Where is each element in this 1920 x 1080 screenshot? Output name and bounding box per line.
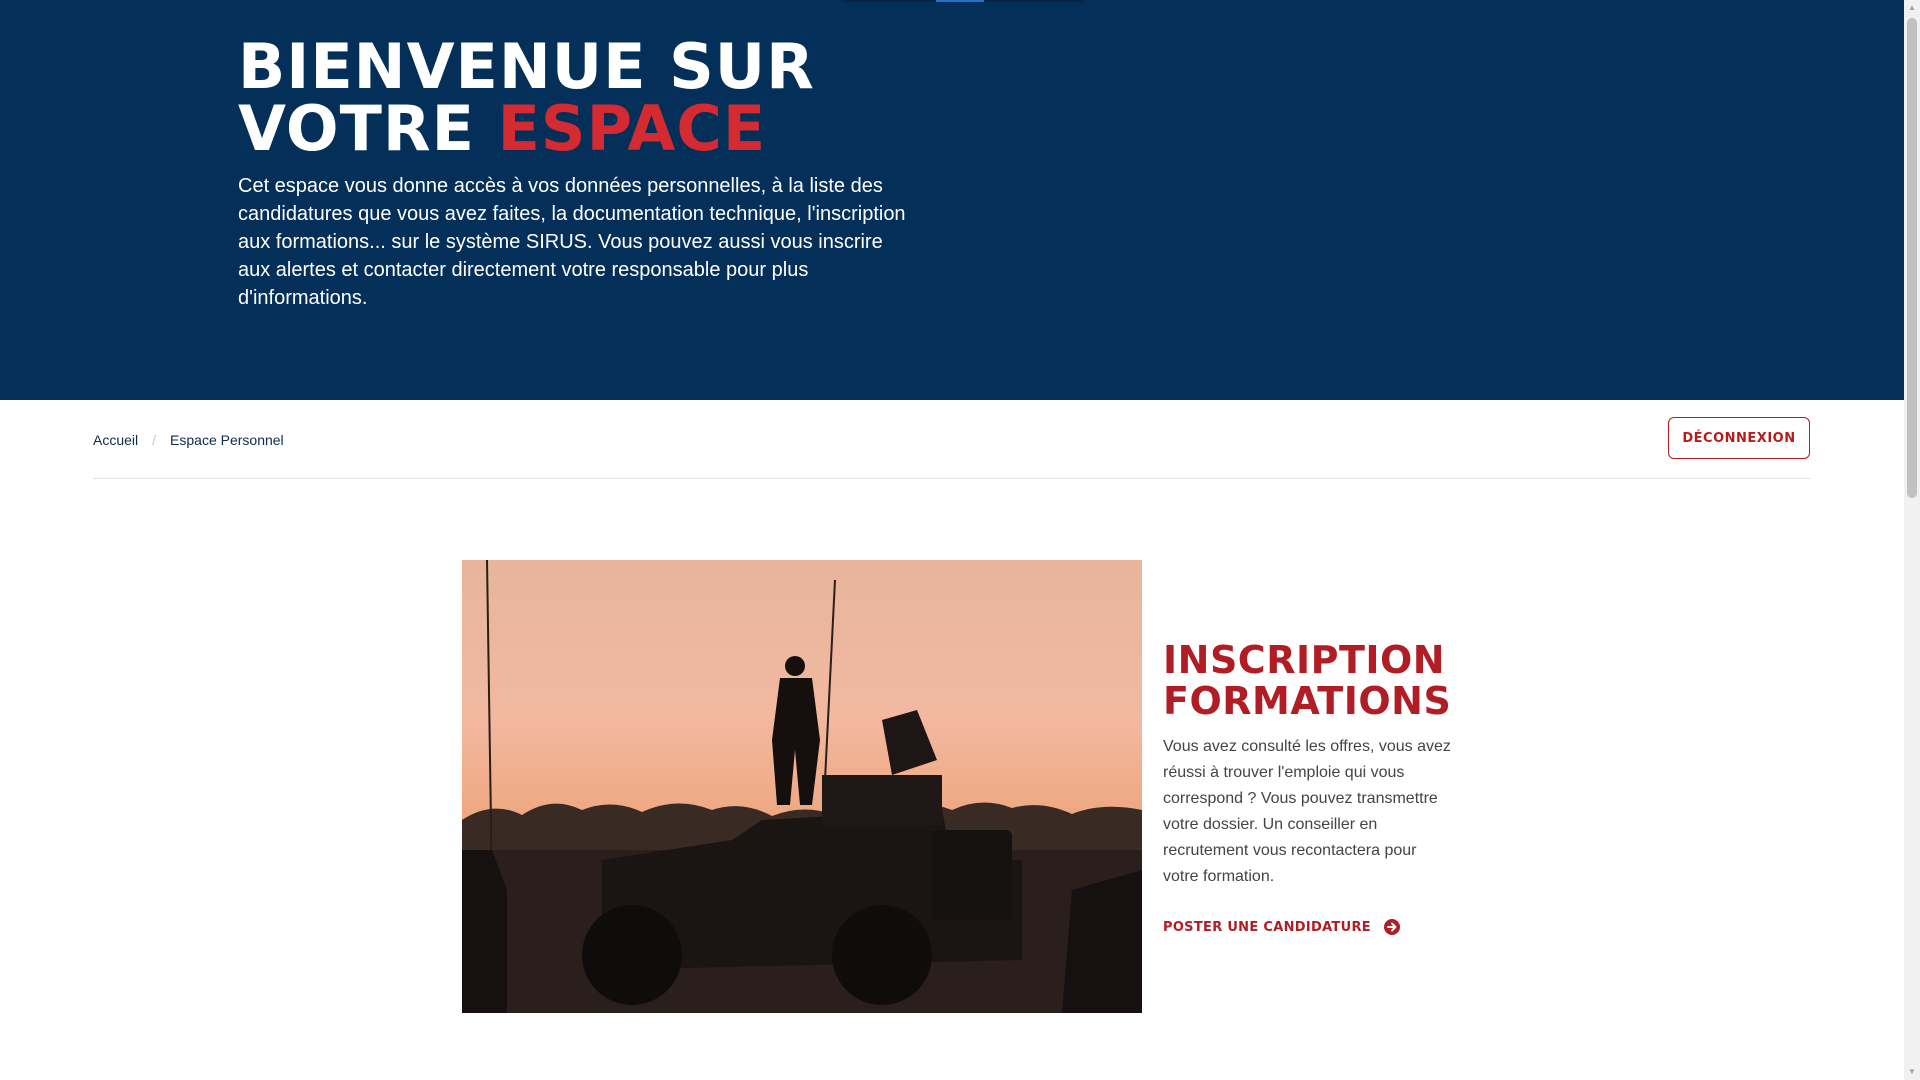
breadcrumb: Accueil / Espace Personnel: [93, 432, 284, 448]
hero-tab-active-indicator: [936, 0, 984, 2]
card-description: Vous avez consulté les offres, vous avez…: [1163, 738, 1451, 885]
vertical-scrollbar[interactable]: ▲ ▼: [1904, 0, 1920, 1080]
scroll-down-arrow-icon[interactable]: ▼: [1908, 1068, 1916, 1076]
logout-button[interactable]: DÉCONNEXION: [1668, 417, 1810, 459]
hero-tab-indicator: [842, 0, 1082, 2]
breadcrumb-item-accueil[interactable]: Accueil: [93, 432, 138, 448]
card-title: INSCRIPTION FORMATIONS: [1163, 640, 1453, 722]
hero-title-line2-prefix: VOTRE: [238, 92, 498, 165]
card-title-line2: FORMATIONS: [1163, 679, 1452, 723]
breadcrumb-bar: Accueil / Espace Personnel DÉCONNEXION: [93, 400, 1810, 479]
post-application-link[interactable]: POSTER UNE CANDIDATURE: [1163, 918, 1401, 936]
post-application-label: POSTER UNE CANDIDATURE: [1163, 919, 1371, 935]
hero-title-accent: ESPACE: [497, 92, 767, 165]
arrow-right-circle-icon: [1383, 919, 1400, 935]
soldier-sunset-illustration: [462, 560, 1142, 1013]
hero-title: BIENVENUE SUR VOTRE ESPACE: [238, 36, 815, 160]
breadcrumb-item-espace-personnel[interactable]: Espace Personnel: [170, 432, 284, 448]
page-viewport: BIENVENUE SUR VOTRE ESPACE Cet espace vo…: [0, 0, 1904, 1080]
soldier-sunset-image: [462, 560, 1142, 1013]
scrollbar-thumb[interactable]: [1907, 18, 1917, 498]
breadcrumb-separator: /: [152, 432, 157, 448]
card-title-line1: INSCRIPTION: [1163, 638, 1446, 682]
hero-banner: BIENVENUE SUR VOTRE ESPACE Cet espace vo…: [0, 0, 1904, 400]
hero-description: Cet espace vous donne accès à vos donnée…: [238, 175, 906, 309]
card-text: INSCRIPTION FORMATIONS Vous avez consult…: [1163, 640, 1453, 890]
scroll-up-arrow-icon[interactable]: ▲: [1908, 4, 1916, 12]
